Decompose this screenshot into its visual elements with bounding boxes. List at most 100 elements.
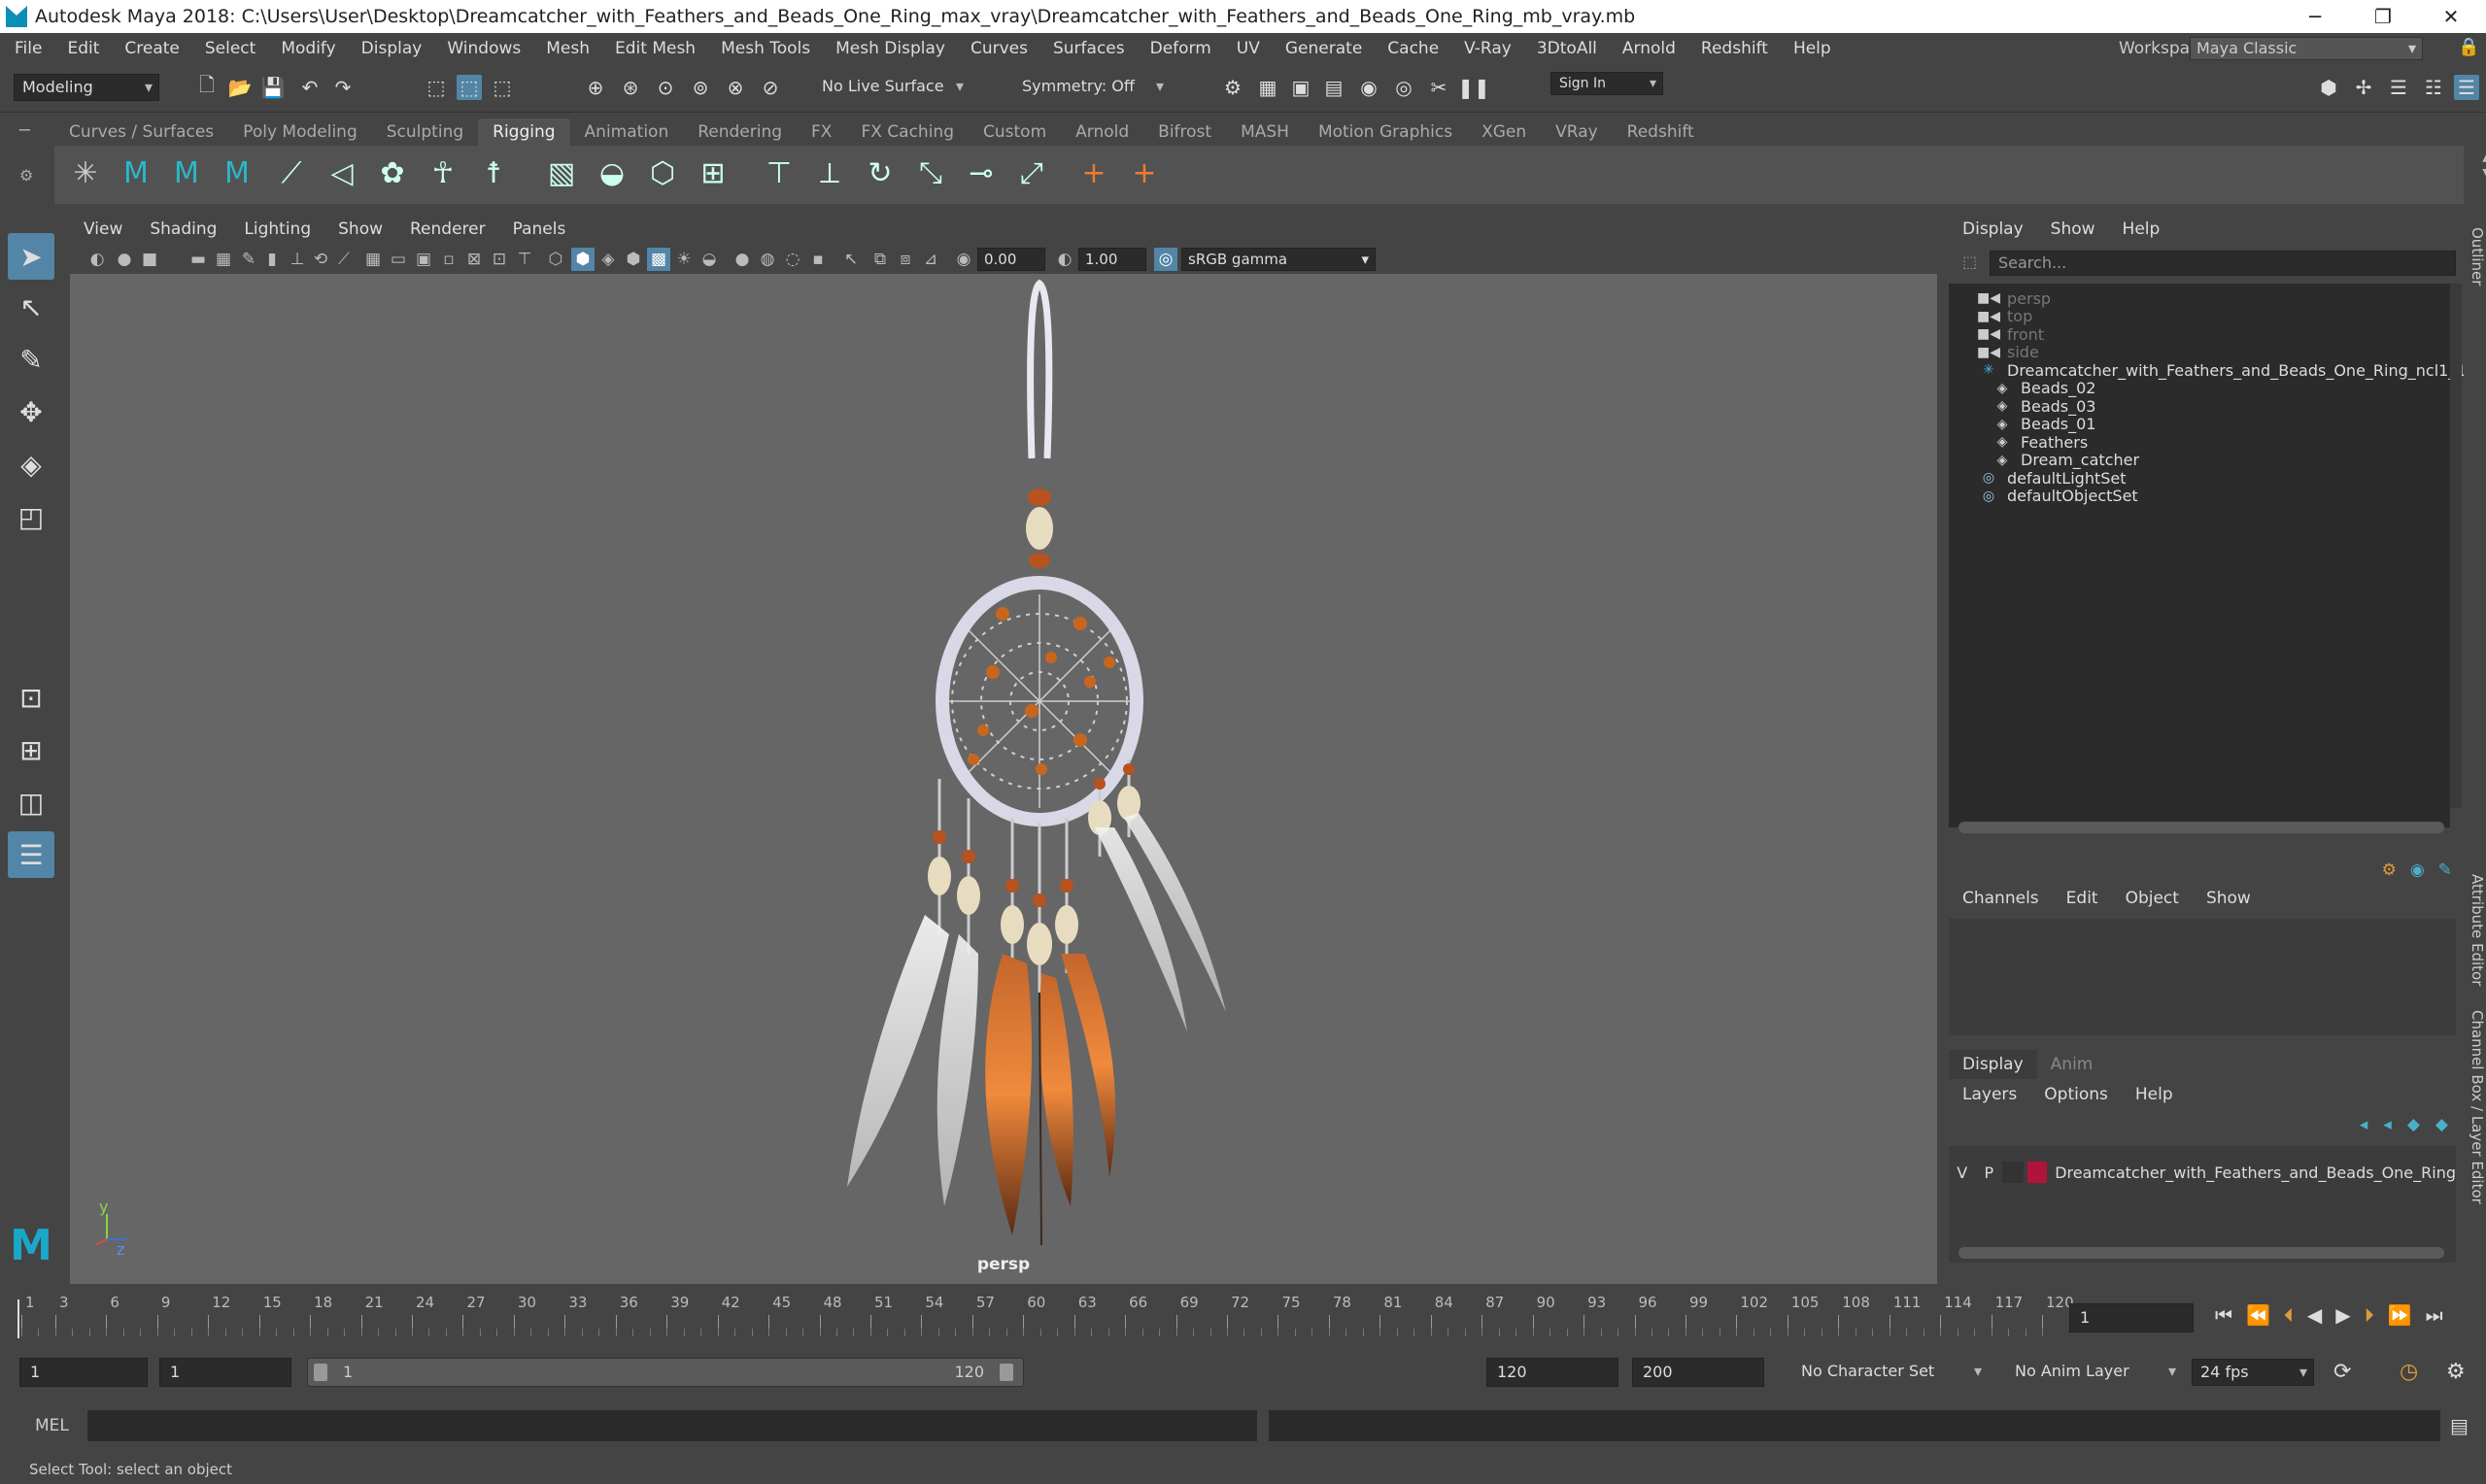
- channel-menu-edit[interactable]: Edit: [2053, 889, 2112, 908]
- aim-constraint-icon[interactable]: ⊸: [960, 152, 1003, 194]
- render-settings-icon[interactable]: ⚙: [1220, 75, 1245, 100]
- menu-curves[interactable]: Curves: [958, 39, 1040, 58]
- default-material-icon[interactable]: ⬢: [622, 248, 645, 271]
- attribute-editor-icon[interactable]: ☰: [2386, 75, 2411, 100]
- pole-vector-icon[interactable]: ⤢: [1010, 152, 1053, 194]
- outliner-layout-icon[interactable]: ☰: [8, 831, 54, 878]
- wireframe-icon[interactable]: ⊡: [488, 248, 511, 271]
- grid-icon[interactable]: ▦: [361, 248, 385, 271]
- motion-blur-icon[interactable]: ◍: [756, 248, 779, 271]
- anti-aliasing-icon[interactable]: ◌: [781, 248, 804, 271]
- safe-title-icon[interactable]: ▣: [412, 248, 435, 271]
- outliner-menu-display[interactable]: Display: [1949, 219, 2037, 239]
- snap-grid-icon[interactable]: ⊕: [583, 75, 608, 100]
- tab-channel-box[interactable]: Channel Box / Layer Editor: [2464, 1010, 2486, 1204]
- range-start-handle[interactable]: [314, 1364, 327, 1381]
- step-back-key-icon[interactable]: ⏪: [2246, 1303, 2270, 1327]
- menu-generate[interactable]: Generate: [1273, 39, 1375, 58]
- workspace-dropdown[interactable]: Maya Classic ▾: [2190, 37, 2423, 60]
- scale-constraint-icon[interactable]: ⤡: [909, 152, 952, 194]
- shelf-tab-poly-modeling[interactable]: Poly Modeling: [228, 118, 372, 146]
- new-layer-selected-icon[interactable]: ◆: [2435, 1115, 2448, 1134]
- play-backwards-icon[interactable]: ◀: [2307, 1303, 2322, 1327]
- menu-display[interactable]: Display: [349, 39, 435, 58]
- move-layer-up-icon[interactable]: ◂: [2360, 1115, 2368, 1134]
- animation-prefs-icon[interactable]: ⚙: [2446, 1360, 2466, 1384]
- menu-3dtoall[interactable]: 3DtoAll: [1524, 39, 1610, 58]
- textured-icon[interactable]: ▩: [647, 248, 670, 271]
- grease-pencil-icon[interactable]: ✎: [237, 248, 260, 271]
- blend-shape-icon[interactable]: ▧: [540, 152, 583, 194]
- film-gate-icon[interactable]: ▮: [260, 248, 284, 271]
- shelf-tab-curves-surfaces[interactable]: Curves / Surfaces: [54, 118, 228, 146]
- single-view-icon[interactable]: ⊡: [8, 674, 54, 721]
- hud-icon[interactable]: ⊿: [919, 248, 942, 271]
- layer-type-toggle[interactable]: [2002, 1162, 2025, 1183]
- end-time-field[interactable]: 200: [1632, 1358, 1764, 1387]
- paint-select-icon[interactable]: ✎: [8, 336, 54, 383]
- menu-edit[interactable]: Edit: [54, 39, 112, 58]
- move-tool-icon[interactable]: ✥: [8, 388, 54, 435]
- four-view-icon[interactable]: ⊞: [8, 726, 54, 773]
- shelf-tab-fx-caching[interactable]: FX Caching: [846, 118, 969, 146]
- outliner-item[interactable]: ■◀ persp: [1977, 289, 2051, 308]
- skin-bind-icon[interactable]: M: [115, 152, 157, 194]
- screen-space-ao-icon[interactable]: ●: [731, 248, 754, 271]
- channel-menu-channels[interactable]: Channels: [1949, 889, 2053, 908]
- custom-locator-icon[interactable]: +: [1123, 152, 1166, 194]
- viewport-menu-renderer[interactable]: Renderer: [396, 219, 499, 239]
- lasso-tool-icon[interactable]: ↖: [8, 284, 54, 330]
- camera-attributes-icon[interactable]: ●: [113, 248, 136, 271]
- menu-modify[interactable]: Modify: [268, 39, 348, 58]
- two-d-pan-icon[interactable]: ▦: [212, 248, 235, 271]
- menu-mesh-display[interactable]: Mesh Display: [823, 39, 958, 58]
- shelf-tab-rendering[interactable]: Rendering: [683, 118, 797, 146]
- perspective-viewport[interactable]: y z persp: [70, 274, 1937, 1284]
- skin-weights-icon[interactable]: M: [216, 152, 258, 194]
- exposure-icon[interactable]: ◉: [952, 248, 975, 271]
- snap-view-icon[interactable]: ⊚: [688, 75, 713, 100]
- outliner-item[interactable]: ◈ Beads_02: [1992, 379, 2096, 397]
- layer-color-swatch[interactable]: [2027, 1162, 2048, 1183]
- menu-edit-mesh[interactable]: Edit Mesh: [602, 39, 708, 58]
- shelf-tab-mash[interactable]: MASH: [1226, 118, 1304, 146]
- lattice-icon[interactable]: ⬡: [641, 152, 684, 194]
- character-set-dropdown[interactable]: No Character Set: [1793, 1359, 1988, 1386]
- outliner-menu-help[interactable]: Help: [2109, 219, 2174, 239]
- point-constraint-icon[interactable]: ⟂: [808, 152, 851, 194]
- resolution-gate-icon[interactable]: ⊥: [286, 248, 309, 271]
- menu-mesh-tools[interactable]: Mesh Tools: [708, 39, 823, 58]
- field-chart-icon[interactable]: ⟋: [332, 248, 356, 271]
- command-input[interactable]: [87, 1410, 1257, 1441]
- ipr-render-icon[interactable]: ▤: [1321, 75, 1346, 100]
- frame-all-icon[interactable]: ⧉: [868, 248, 892, 271]
- shelf-menu-icon[interactable]: ─: [19, 120, 43, 141]
- shelf-tab-xgen[interactable]: XGen: [1467, 118, 1541, 146]
- rotate-tool-icon[interactable]: ◈: [8, 441, 54, 488]
- shelf-scroll[interactable]: ▲▼: [2482, 148, 2486, 183]
- shelf-tab-redshift[interactable]: Redshift: [1613, 118, 1709, 146]
- outliner-item[interactable]: ◈ Feathers: [1992, 433, 2089, 452]
- undo-icon[interactable]: ↶: [297, 75, 323, 100]
- outliner-hscrollbar[interactable]: [1958, 822, 2444, 833]
- playback-end-field[interactable]: 120: [1486, 1358, 1618, 1387]
- save-scene-icon[interactable]: 💾: [260, 75, 286, 100]
- isolate-select-icon[interactable]: ⊠: [462, 248, 486, 271]
- two-view-icon[interactable]: ◫: [8, 779, 54, 826]
- fps-dropdown[interactable]: 24 fps: [2192, 1359, 2314, 1386]
- tab-attribute-editor[interactable]: Attribute Editor: [2464, 874, 2486, 986]
- ik-spline-icon[interactable]: ◁: [321, 152, 363, 194]
- parent-constraint-icon[interactable]: ⊤: [758, 152, 800, 194]
- shelf-options[interactable]: ─ ⚙: [19, 120, 43, 208]
- menu-deform[interactable]: Deform: [1138, 39, 1224, 58]
- human-ik-icon[interactable]: ✢: [2351, 75, 2376, 100]
- xray-icon[interactable]: ▫: [437, 248, 460, 271]
- shadows-icon[interactable]: ◒: [698, 248, 721, 271]
- shelf-tab-sculpting[interactable]: Sculpting: [372, 118, 478, 146]
- skin-paint-icon[interactable]: M: [165, 152, 208, 194]
- layer-hscrollbar[interactable]: [1958, 1247, 2444, 1259]
- color-management-icon[interactable]: ◎: [1154, 248, 1177, 271]
- script-editor-icon[interactable]: ▤: [2450, 1414, 2469, 1437]
- menu-uv[interactable]: UV: [1224, 39, 1273, 58]
- open-scene-icon[interactable]: 📂: [227, 75, 253, 100]
